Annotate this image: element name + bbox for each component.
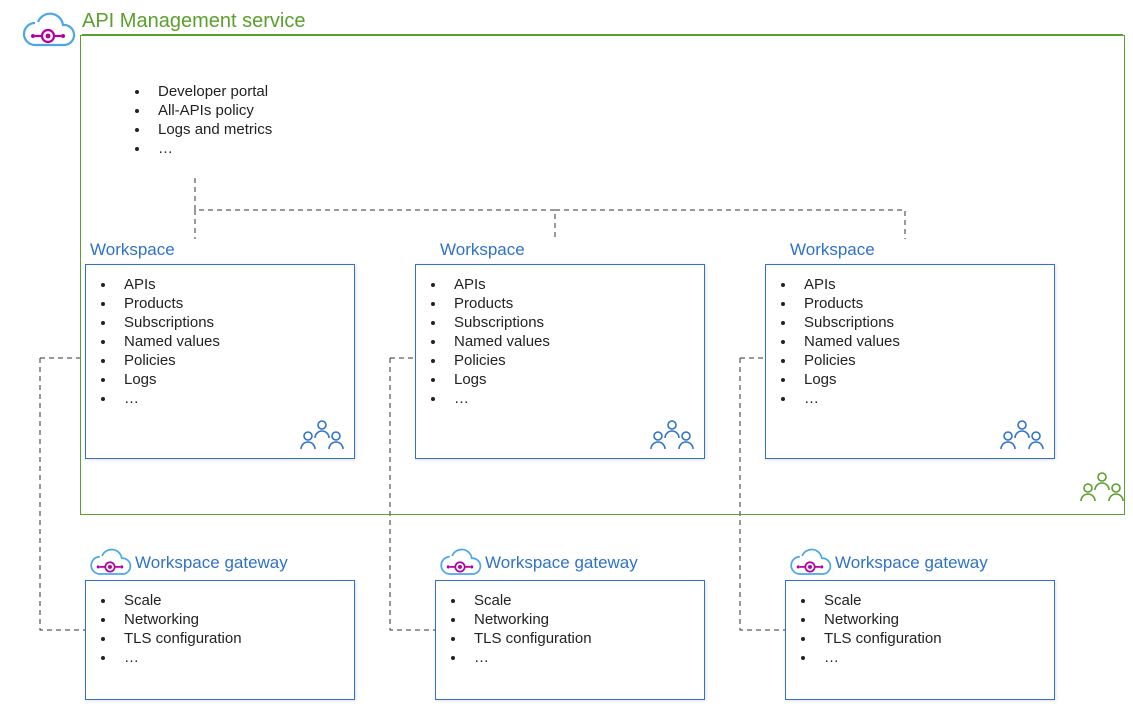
workspace-item: Policies xyxy=(116,351,354,370)
gateway-box: Scale Networking TLS configuration … xyxy=(85,580,355,700)
workspace-item: Named values xyxy=(446,332,704,351)
service-feature-item: All-APIs policy xyxy=(150,101,292,120)
workspace-item: … xyxy=(796,389,1054,408)
workspace-item: APIs xyxy=(446,275,704,294)
gateway-title: Workspace gateway xyxy=(485,553,638,573)
gateway-item: TLS configuration xyxy=(466,629,704,648)
workspace-item: … xyxy=(446,389,704,408)
users-group-icon xyxy=(648,418,696,452)
gateway-title: Workspace gateway xyxy=(835,553,988,573)
workspace-item: Named values xyxy=(796,332,1054,351)
workspace-box: APIs Products Subscriptions Named values… xyxy=(415,264,705,459)
service-feature-item: … xyxy=(150,139,292,158)
workspace-item: Logs xyxy=(796,370,1054,389)
apim-service-title: API Management service xyxy=(82,10,305,33)
gateway-icon xyxy=(438,545,482,585)
workspace-title: Workspace xyxy=(790,240,875,260)
gateway-icon xyxy=(788,545,832,585)
workspace-item-list: APIs Products Subscriptions Named values… xyxy=(86,275,354,408)
gateway-item: TLS configuration xyxy=(816,629,1054,648)
workspace-item: Products xyxy=(446,294,704,313)
workspace-item: Policies xyxy=(796,351,1054,370)
workspace-item: Logs xyxy=(446,370,704,389)
gateway-item: Networking xyxy=(466,610,704,629)
workspace-item: Products xyxy=(116,294,354,313)
users-group-icon xyxy=(298,418,346,452)
gateway-item: … xyxy=(816,648,1054,667)
workspace-item: APIs xyxy=(796,275,1054,294)
users-group-icon xyxy=(998,418,1046,452)
gateway-item: Scale xyxy=(466,591,704,610)
workspace-item: Subscriptions xyxy=(446,313,704,332)
workspace-title: Workspace xyxy=(90,240,175,260)
workspace-box: APIs Products Subscriptions Named values… xyxy=(765,264,1055,459)
gateway-item: Networking xyxy=(116,610,354,629)
diagram-canvas: API Management service Developer portal … xyxy=(0,0,1133,719)
workspace-item-list: APIs Products Subscriptions Named values… xyxy=(766,275,1054,408)
workspace-item: … xyxy=(116,389,354,408)
apim-title-underline xyxy=(82,34,1123,35)
workspace-item: APIs xyxy=(116,275,354,294)
gateway-item: Scale xyxy=(116,591,354,610)
gateway-title: Workspace gateway xyxy=(135,553,288,573)
gateway-item: Networking xyxy=(816,610,1054,629)
service-users-group-icon xyxy=(1078,470,1126,504)
gateway-box: Scale Networking TLS configuration … xyxy=(785,580,1055,700)
service-feature-list: Developer portal All-APIs policy Logs an… xyxy=(110,82,292,158)
workspace-title: Workspace xyxy=(440,240,525,260)
apim-service-icon xyxy=(20,8,76,58)
gateway-item-list: Scale Networking TLS configuration … xyxy=(786,591,1054,667)
gateway-item: TLS configuration xyxy=(116,629,354,648)
gateway-item-list: Scale Networking TLS configuration … xyxy=(436,591,704,667)
gateway-item: … xyxy=(116,648,354,667)
workspace-item: Products xyxy=(796,294,1054,313)
workspace-item: Policies xyxy=(446,351,704,370)
workspace-item: Subscriptions xyxy=(116,313,354,332)
workspace-box: APIs Products Subscriptions Named values… xyxy=(85,264,355,459)
gateway-box: Scale Networking TLS configuration … xyxy=(435,580,705,700)
workspace-item: Logs xyxy=(116,370,354,389)
workspace-item: Subscriptions xyxy=(796,313,1054,332)
service-feature-item: Logs and metrics xyxy=(150,120,292,139)
gateway-item-list: Scale Networking TLS configuration … xyxy=(86,591,354,667)
workspace-item-list: APIs Products Subscriptions Named values… xyxy=(416,275,704,408)
gateway-item: Scale xyxy=(816,591,1054,610)
gateway-icon xyxy=(88,545,132,585)
workspace-item: Named values xyxy=(116,332,354,351)
service-feature-item: Developer portal xyxy=(150,82,292,101)
gateway-item: … xyxy=(466,648,704,667)
